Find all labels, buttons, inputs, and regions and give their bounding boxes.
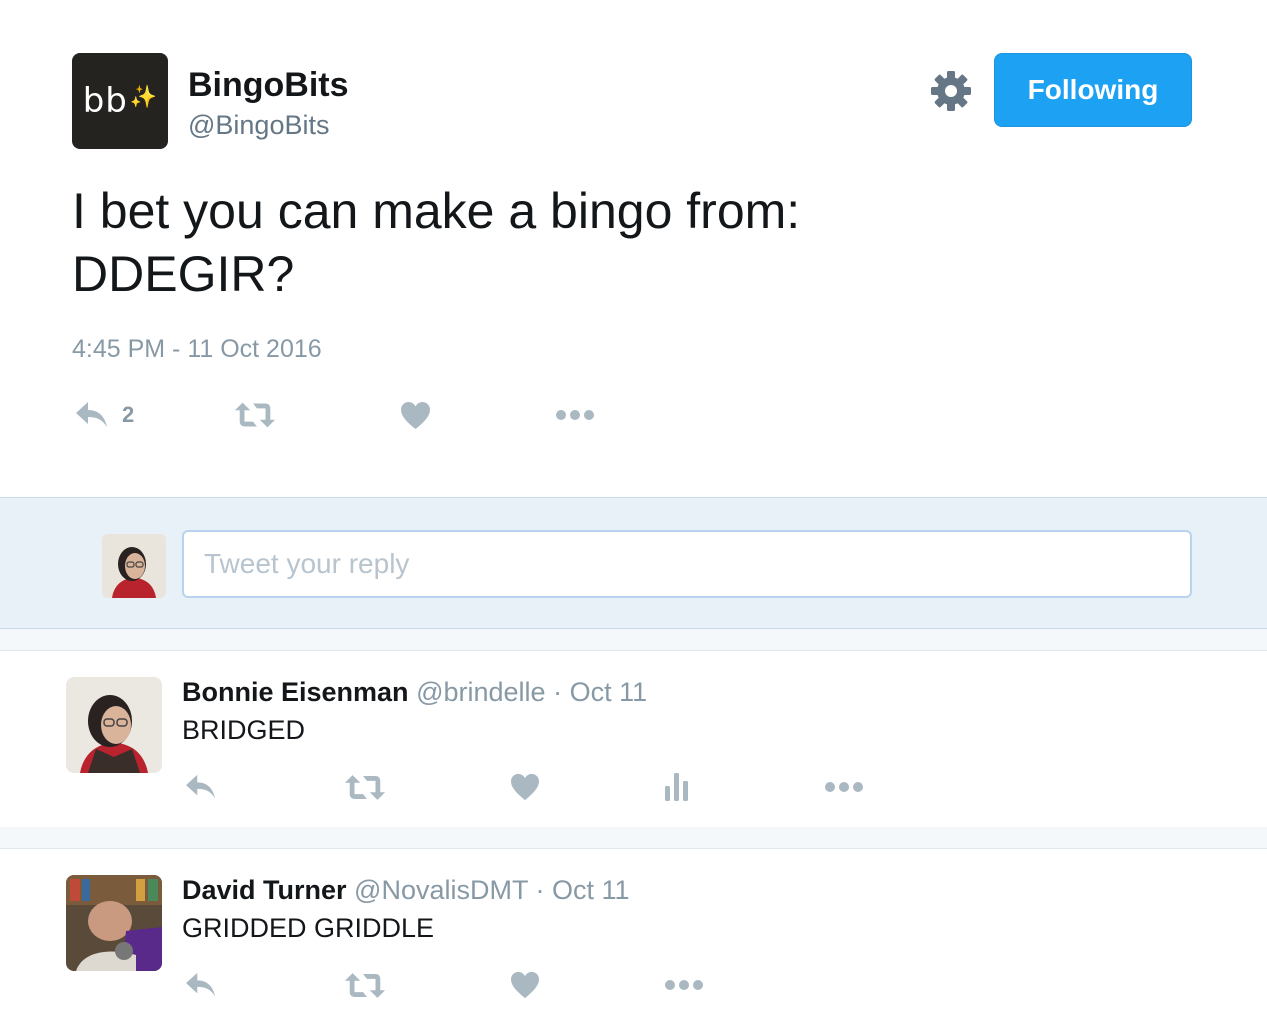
like-heart-icon <box>510 773 540 801</box>
sparkle-icon: ✨ <box>129 84 158 109</box>
author-avatar[interactable]: bb ✨ <box>72 53 168 149</box>
reply-author-handle[interactable]: @brindelle <box>416 677 545 707</box>
author-name[interactable]: BingoBits <box>188 66 349 105</box>
divider <box>0 827 1267 849</box>
reply-count: 2 <box>122 402 135 427</box>
tweet-timestamp[interactable]: 4:45 PM - 11 Oct 2016 <box>72 335 322 364</box>
author-handle[interactable]: @BingoBits <box>188 110 329 141</box>
retweet-action[interactable] <box>234 393 276 437</box>
tweet-text: I bet you can make a bingo from: DDEGIR? <box>72 183 801 302</box>
reply-author-name[interactable]: David Turner <box>182 875 347 905</box>
more-dots-icon <box>664 979 704 991</box>
separator: · <box>553 677 563 707</box>
reply-actions <box>182 767 902 807</box>
reply-date[interactable]: Oct 11 <box>570 677 648 707</box>
like-heart-icon <box>510 971 540 999</box>
divider <box>0 629 1267 651</box>
tweet-actions: 2 <box>72 393 672 437</box>
reply-header: David Turner @NovalisDMT · Oct 11 <box>182 875 630 906</box>
reply-actions <box>182 965 902 1005</box>
retweet-icon <box>344 971 386 1000</box>
like-action[interactable] <box>510 965 540 1005</box>
more-action[interactable] <box>555 393 595 437</box>
analytics-action[interactable] <box>664 767 690 807</box>
reply-text: GRIDDED GRIDDLE <box>182 913 435 943</box>
reply-date[interactable]: Oct 11 <box>552 875 630 905</box>
reply-icon <box>184 773 218 801</box>
reply-tweet[interactable]: Bonnie Eisenman @brindelle · Oct 11 BRID… <box>0 651 1267 827</box>
reply-action[interactable]: 2 <box>74 393 134 437</box>
more-action[interactable] <box>664 965 704 1005</box>
separator: · <box>535 875 545 905</box>
reply-icon <box>74 400 110 430</box>
more-action[interactable] <box>824 767 864 807</box>
reply-action[interactable] <box>184 965 218 1005</box>
retweet-action[interactable] <box>344 965 386 1005</box>
reply-tweet[interactable]: David Turner @NovalisDMT · Oct 11 GRIDDE… <box>0 849 1267 1017</box>
reply-text: BRIDGED <box>182 715 306 745</box>
like-action[interactable] <box>510 767 540 807</box>
retweet-icon <box>234 400 276 430</box>
reply-author-avatar[interactable] <box>66 875 162 971</box>
like-action[interactable] <box>400 393 431 437</box>
reply-composer <box>0 497 1267 629</box>
current-user-avatar[interactable] <box>102 534 166 598</box>
reply-icon <box>184 971 218 999</box>
analytics-icon <box>664 772 690 802</box>
reply-input[interactable] <box>182 530 1192 598</box>
settings-gear-icon[interactable] <box>930 70 972 112</box>
reply-header: Bonnie Eisenman @brindelle · Oct 11 <box>182 677 647 708</box>
reply-author-avatar[interactable] <box>66 677 162 773</box>
like-heart-icon <box>400 401 431 430</box>
following-button[interactable]: Following <box>994 53 1192 127</box>
reply-author-handle[interactable]: @NovalisDMT <box>354 875 528 905</box>
avatar-logo-text: bb <box>82 81 128 121</box>
retweet-action[interactable] <box>344 767 386 807</box>
reply-author-name[interactable]: Bonnie Eisenman <box>182 677 409 707</box>
reply-action[interactable] <box>184 767 218 807</box>
more-dots-icon <box>555 409 595 421</box>
main-tweet: bb ✨ BingoBits @BingoBits Following I be… <box>0 0 1267 497</box>
more-dots-icon <box>824 781 864 793</box>
retweet-icon <box>344 773 386 802</box>
